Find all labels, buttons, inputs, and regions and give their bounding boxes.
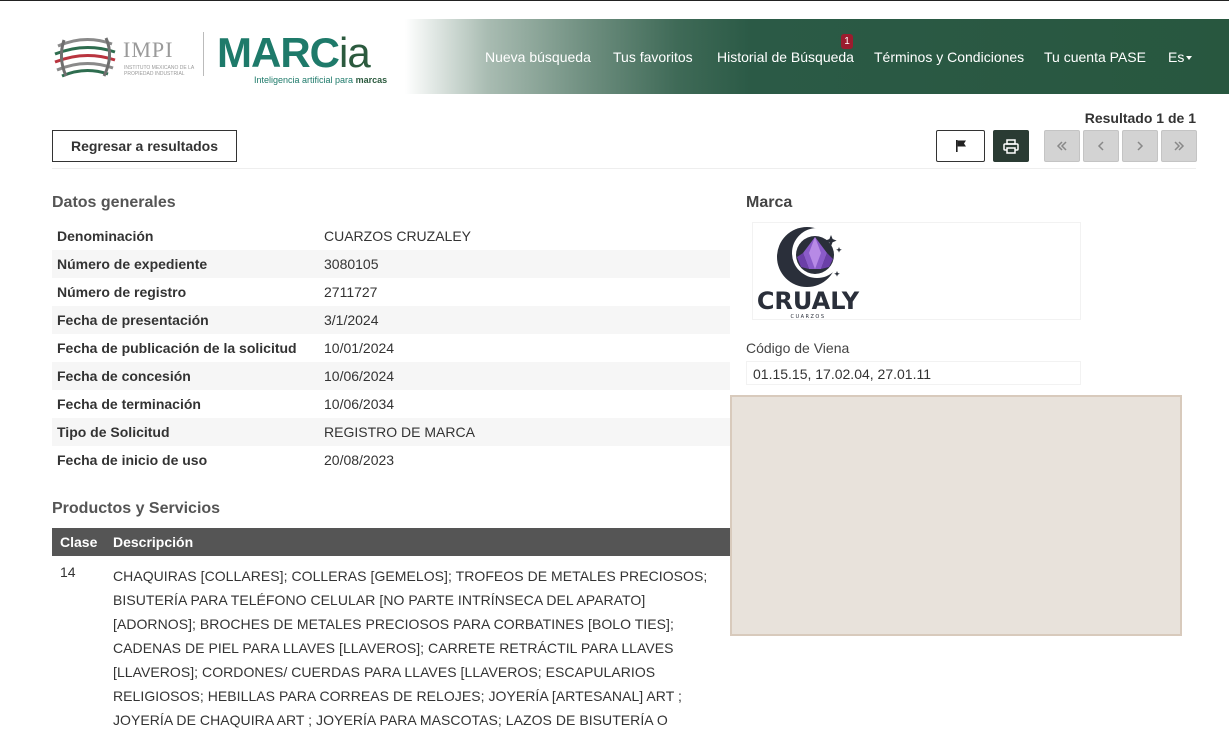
field-value: 3080105	[324, 256, 379, 272]
flag-button[interactable]	[936, 130, 985, 162]
field-label: Fecha de publicación de la solicitud	[57, 340, 297, 356]
first-page-button[interactable]	[1044, 130, 1080, 162]
products-services-title: Productos y Servicios	[52, 500, 221, 517]
field-value: 10/06/2024	[324, 368, 395, 384]
table-row: Tipo de Solicitud REGISTRO DE MARCA	[52, 418, 730, 446]
caret-down-icon	[1186, 56, 1193, 61]
table-row: Fecha de terminación 10/06/2034	[52, 390, 730, 418]
print-button[interactable]	[993, 130, 1029, 162]
field-label: Fecha de inicio de uso	[57, 452, 208, 468]
table-row: Fecha de publicación de la solicitud 10/0…	[52, 334, 730, 362]
print-icon	[1003, 138, 1019, 154]
top-border	[0, 0, 1229, 1]
field-label: Fecha de presentación	[57, 312, 209, 328]
result-counter: Resultado 1 de 1	[1084, 110, 1196, 126]
vienna-code-label: Código de Viena	[746, 340, 850, 356]
field-label: Fecha de concesión	[57, 368, 191, 384]
vienna-code-value: 01.15.15, 17.02.04, 27.01.11	[746, 361, 1081, 385]
table-row: Número de expediente 3080105	[52, 250, 730, 278]
brand-image-box: CRUALY CUARZOS	[752, 222, 1081, 320]
brand-logo-text: CRUALY	[757, 287, 860, 315]
table-row: 14 CHAQUIRAS [COLLARES]; COLLERAS [GEMEL…	[52, 564, 730, 732]
product-description: CHAQUIRAS [COLLARES]; COLLERAS [GEMELOS]…	[113, 568, 708, 728]
main-nav: Nueva búsqueda Tus favoritos Historial d…	[405, 19, 1229, 94]
double-chevron-left-icon	[1056, 141, 1067, 151]
chevron-left-icon	[1097, 141, 1104, 151]
product-class: 14	[60, 564, 76, 580]
table-row: Fecha de concesión 10/06/2024	[52, 362, 730, 390]
nav-favorites[interactable]: Tus favoritos	[613, 49, 693, 65]
impi-logo-icon	[54, 37, 116, 78]
site-header: IMPI INSTITUTO MEXICANO DE LA PROPIEDAD …	[0, 19, 1229, 94]
brand-logo-image: CRUALY CUARZOS	[757, 227, 860, 320]
general-data-table: Denominación CUARZOS CRUZALEY Número de e…	[52, 222, 730, 474]
field-label: Denominación	[57, 228, 154, 244]
table-row: Fecha de presentación 3/1/2024	[52, 306, 730, 334]
app-name-suffix: ia	[338, 29, 371, 76]
back-to-results-button[interactable]: Regresar a resultados	[52, 130, 237, 162]
field-value: REGISTRO DE MARCA	[324, 424, 475, 440]
last-page-button[interactable]	[1161, 130, 1197, 162]
table-row: Fecha de inicio de uso 20/08/2023	[52, 446, 730, 474]
language-label: Es	[1168, 49, 1185, 65]
nav-new-search[interactable]: Nueva búsqueda	[485, 49, 591, 65]
brand-title: Marca	[746, 194, 793, 211]
app-name-main: MARC	[217, 29, 340, 76]
double-chevron-right-icon	[1174, 141, 1185, 151]
field-label: Número de registro	[57, 284, 187, 300]
flag-icon	[955, 140, 966, 152]
field-label: Número de expediente	[57, 256, 208, 272]
logo-divider	[203, 32, 204, 76]
field-value: 10/06/2034	[324, 396, 395, 412]
history-count-badge: 1	[841, 34, 853, 49]
field-value: 20/08/2023	[324, 452, 395, 468]
impi-name: IMPI	[123, 37, 174, 62]
general-data-title: Datos generales	[52, 194, 176, 211]
app-tagline-text: Inteligencia artificial para	[254, 75, 354, 85]
content-placeholder	[730, 395, 1182, 636]
nav-search-history[interactable]: Historial de Búsqueda	[717, 49, 854, 65]
app-logo: MARCia	[217, 29, 371, 77]
impi-subtitle: INSTITUTO MEXICANO DE LA PROPIEDAD INDUS…	[124, 65, 194, 77]
nav-account[interactable]: Tu cuenta PASE	[1044, 49, 1146, 65]
table-row: Denominación CUARZOS CRUZALEY	[52, 222, 730, 250]
toolbar-divider	[52, 168, 1196, 169]
column-header-description: Descripción	[113, 534, 194, 550]
nav-terms[interactable]: Términos y Condiciones	[874, 49, 1024, 65]
logo-area[interactable]: IMPI INSTITUTO MEXICANO DE LA PROPIEDAD …	[52, 27, 412, 87]
chevron-right-icon	[1137, 141, 1144, 151]
field-label: Fecha de terminación	[57, 396, 201, 412]
field-value: 10/01/2024	[324, 340, 395, 356]
field-value: 2711727	[324, 284, 378, 300]
app-tagline-bold: marcas	[355, 75, 388, 85]
next-page-button[interactable]	[1122, 130, 1158, 162]
field-label: Tipo de Solicitud	[57, 424, 170, 440]
field-value: CUARZOS CRUZALEY	[324, 228, 472, 244]
app-tagline: Inteligencia artificial para marcas	[254, 75, 387, 85]
column-header-class: Clase	[60, 534, 98, 550]
products-table-header: Clase Descripción	[52, 528, 730, 556]
field-value: 3/1/2024	[324, 312, 379, 328]
brand-logo-subtext: CUARZOS	[790, 314, 825, 320]
previous-page-button[interactable]	[1083, 130, 1119, 162]
language-selector[interactable]: Es	[1168, 49, 1193, 65]
table-row: Número de registro 2711727	[52, 278, 730, 306]
